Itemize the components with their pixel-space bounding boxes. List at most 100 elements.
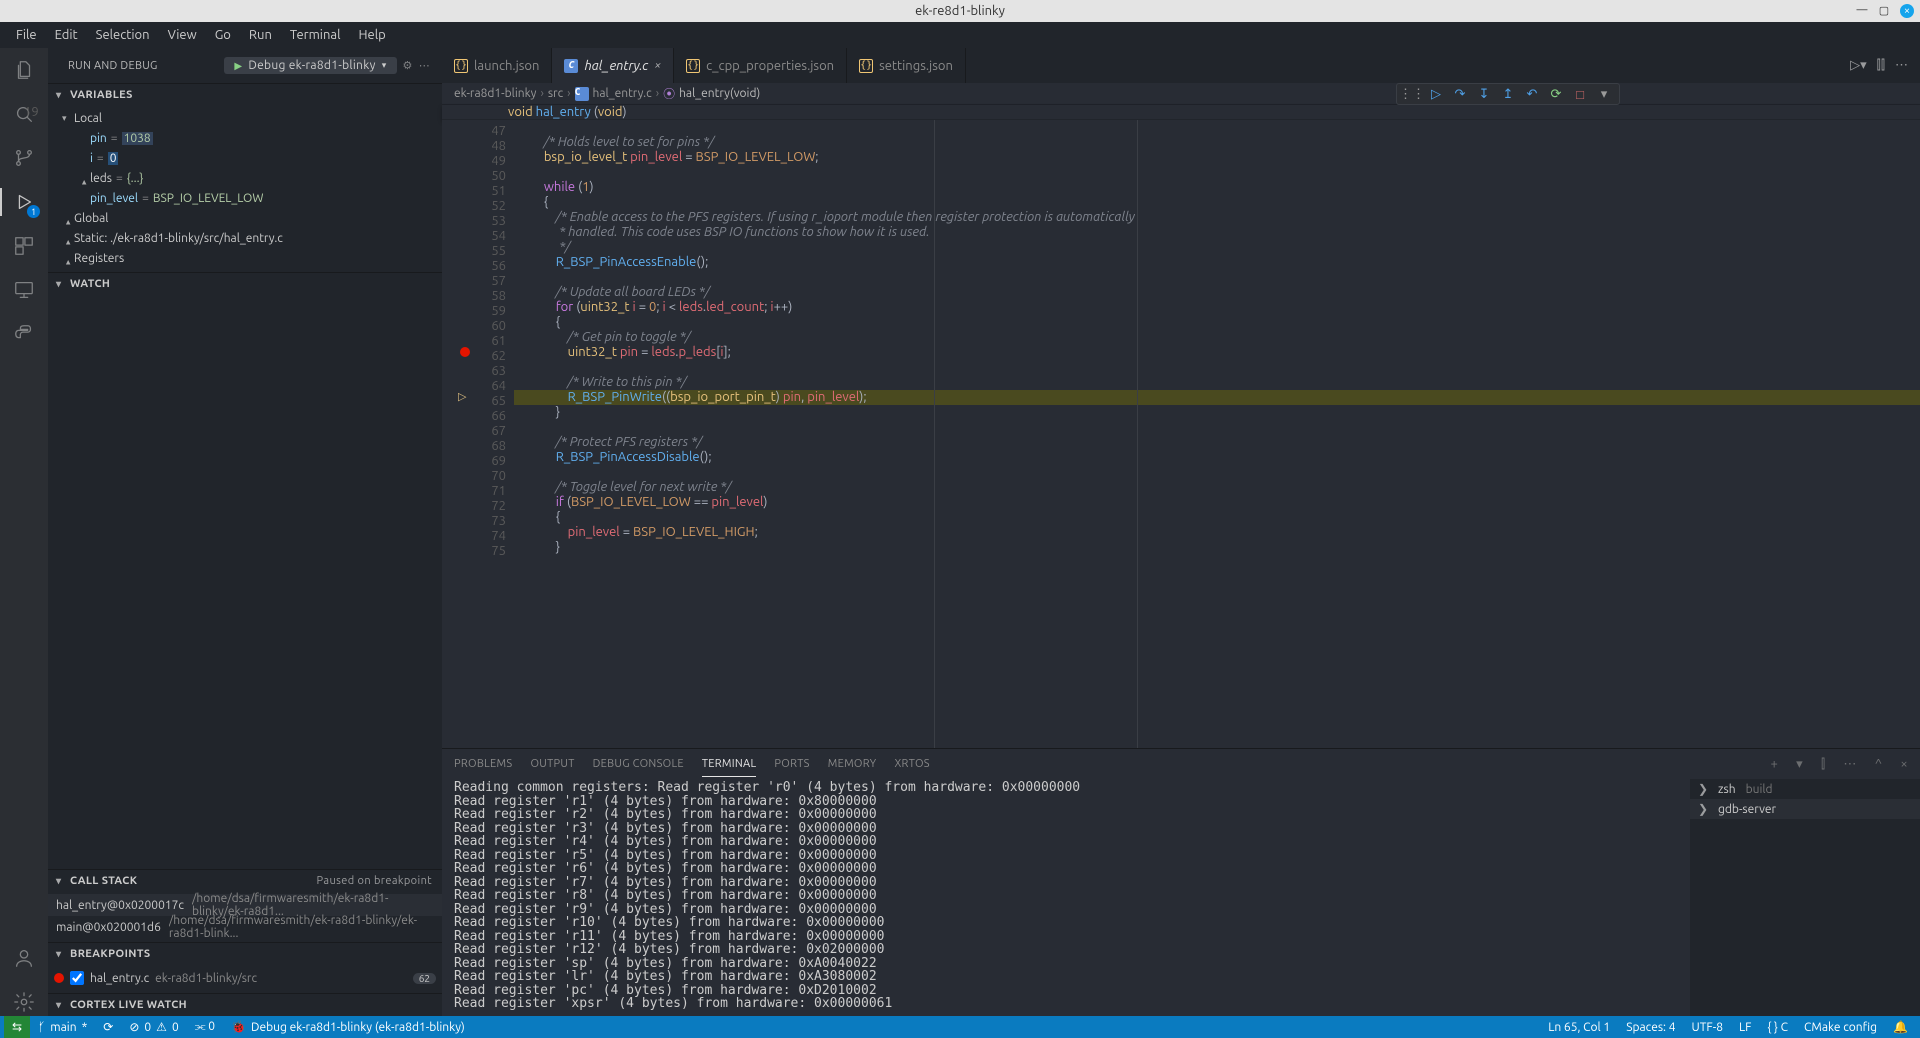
extensions-icon[interactable] [10, 232, 38, 260]
menu-help[interactable]: Help [350, 26, 393, 44]
source-control-icon[interactable] [10, 144, 38, 172]
section-variables[interactable]: ▾VARIABLES [48, 84, 442, 106]
run-debug-icon[interactable]: 1 [10, 188, 38, 216]
debug-config-dropdown[interactable]: ▶ Debug ek-ra8d1-blinky ▾ [224, 57, 396, 74]
code-line[interactable]: /* Protect PFS registers */ [514, 435, 1920, 450]
code-line[interactable]: } [514, 540, 1920, 555]
code-line[interactable]: * handled. This code uses BSP IO functio… [514, 225, 1920, 240]
breakpoint-item[interactable]: hal_entry.cek-ra8d1-blinky/src62 [48, 967, 442, 989]
code-line[interactable]: { [514, 510, 1920, 525]
menu-file[interactable]: File [8, 26, 45, 44]
status-eol[interactable]: LF [1731, 1016, 1759, 1038]
code-line[interactable]: R_BSP_PinWrite((bsp_io_port_pin_t) pin, … [514, 390, 1920, 405]
code-line[interactable]: /* Toggle level for next write */ [514, 480, 1920, 495]
debug-step-out[interactable]: ↥ [1497, 83, 1519, 105]
variable-i[interactable]: i=0 [48, 148, 442, 168]
panel-tab-xrtos[interactable]: XRTOS [894, 752, 929, 776]
terminal-new-icon[interactable]: + [1770, 757, 1778, 771]
panel-tab-problems[interactable]: PROBLEMS [454, 752, 512, 776]
menu-go[interactable]: Go [207, 26, 239, 44]
debug-stop[interactable]: □ [1569, 83, 1591, 105]
section-watch[interactable]: ▾WATCH [48, 273, 442, 295]
code-line[interactable]: { [514, 315, 1920, 330]
status-debug-target[interactable]: 🐞 Debug ek-ra8d1-blinky (ek-ra8d1-blinky… [223, 1016, 473, 1038]
variable-leds[interactable]: ▸leds={...} [48, 168, 442, 188]
debug-grip[interactable]: ⋮⋮ [1401, 83, 1423, 105]
code-line[interactable]: while (1) [514, 180, 1920, 195]
close-icon[interactable]: × [1900, 757, 1908, 771]
breakpoint-dot-icon[interactable] [460, 347, 470, 357]
callstack-frame[interactable]: hal_entry@0x0200017c/home/dsa/firmwaresm… [48, 894, 442, 916]
status-ln-col[interactable]: Ln 65, Col 1 [1540, 1016, 1618, 1038]
status-ports[interactable]: ⫘ 0 [187, 1016, 223, 1038]
menu-run[interactable]: Run [241, 26, 280, 44]
terminal-output[interactable]: Reading common registers: Read register … [442, 779, 1690, 1016]
code-line[interactable]: bsp_io_level_t pin_level = BSP_IO_LEVEL_… [514, 150, 1920, 165]
code-line[interactable]: R_BSP_PinAccessEnable(); [514, 255, 1920, 270]
code-line[interactable] [514, 165, 1920, 180]
code-line[interactable]: /* Holds level to set for pins */ [514, 135, 1920, 150]
code-line[interactable]: { [514, 195, 1920, 210]
variable-pin_level[interactable]: pin_level=BSP_IO_LEVEL_LOW [48, 188, 442, 208]
breakpoint-checkbox[interactable] [70, 971, 84, 985]
debug-step-into[interactable]: ↧ [1473, 83, 1495, 105]
more-icon[interactable]: ⋯ [1895, 58, 1908, 73]
window-close[interactable]: × [1900, 4, 1914, 18]
python-icon[interactable] [10, 320, 38, 348]
tab-launch.json[interactable]: {}launch.json [442, 48, 552, 83]
remote-icon[interactable] [10, 276, 38, 304]
close-icon[interactable]: × [654, 59, 661, 72]
breadcrumb[interactable]: ek-ra8d1-blinky› src› C hal_entry.c› ⦿ h… [442, 83, 1920, 105]
explorer-icon[interactable] [10, 56, 38, 84]
scope-local[interactable]: ▾Local [48, 108, 442, 128]
tab-c_cpp_properties.json[interactable]: {}c_cpp_properties.json [674, 48, 847, 83]
status-branch[interactable]: ᚶ main* [30, 1016, 95, 1038]
menu-terminal[interactable]: Terminal [282, 26, 349, 44]
panel-tab-memory[interactable]: MEMORY [828, 752, 877, 776]
code-line[interactable]: for (uint32_t i = 0; i < leds.led_count;… [514, 300, 1920, 315]
terminal-split-icon[interactable]: ⫿ [1821, 757, 1825, 772]
panel-tab-debug-console[interactable]: DEBUG CONSOLE [593, 752, 684, 776]
scope-global[interactable]: ▸Global [48, 208, 442, 228]
window-maximize[interactable]: ▢ [1878, 4, 1890, 16]
code-line[interactable]: /* Get pin to toggle */ [514, 330, 1920, 345]
debug-restart[interactable]: ⟳ [1545, 83, 1567, 105]
status-sync[interactable]: ⟳ [95, 1016, 121, 1038]
terminal-item-gdb-server[interactable]: ❯gdb-server [1690, 799, 1920, 819]
code-line[interactable] [514, 465, 1920, 480]
more-icon[interactable]: ⋯ [419, 59, 430, 72]
status-problems[interactable]: ⊘ 0 ⚠ 0 [121, 1016, 186, 1038]
code-line[interactable]: } [514, 405, 1920, 420]
debug-step-back[interactable]: ↶ [1521, 83, 1543, 105]
menu-view[interactable]: View [160, 26, 205, 44]
callstack-frame[interactable]: main@0x020001d6/home/dsa/firmwaresmith/e… [48, 916, 442, 938]
gear-icon[interactable]: ⚙ [403, 59, 413, 72]
code-line[interactable]: /* Enable access to the PFS registers. I… [514, 210, 1920, 225]
code-line[interactable]: if (BSP_IO_LEVEL_LOW == pin_level) [514, 495, 1920, 510]
code-line[interactable]: R_BSP_PinAccessDisable(); [514, 450, 1920, 465]
code-line[interactable]: pin_level = BSP_IO_LEVEL_HIGH; [514, 525, 1920, 540]
split-editor-icon[interactable]: ⫿⫿ [1877, 58, 1885, 73]
menu-selection[interactable]: Selection [88, 26, 158, 44]
terminal-item-zsh[interactable]: ❯zshbuild [1690, 779, 1920, 799]
code-line[interactable] [514, 120, 1920, 135]
panel-tab-ports[interactable]: PORTS [774, 752, 809, 776]
sticky-scroll[interactable]: 19 void hal_entry (void) [442, 105, 1920, 120]
menu-edit[interactable]: Edit [47, 26, 86, 44]
code-line[interactable] [514, 360, 1920, 375]
accounts-icon[interactable] [10, 944, 38, 972]
panel-tab-terminal[interactable]: TERMINAL [702, 752, 757, 777]
code-line[interactable] [514, 420, 1920, 435]
section-cortex-live-watch[interactable]: ▾CORTEX LIVE WATCH [48, 994, 442, 1016]
section-breakpoints[interactable]: ▾BREAKPOINTS [48, 943, 442, 965]
code-line[interactable] [514, 270, 1920, 285]
code-line[interactable]: */ [514, 240, 1920, 255]
variable-pin[interactable]: pin=1038 [48, 128, 442, 148]
manage-icon[interactable] [10, 988, 38, 1016]
code-line[interactable]: uint32_t pin = leds.p_leds[i]; [514, 345, 1920, 360]
scope-registers[interactable]: ▸Registers [48, 248, 442, 268]
scope-static[interactable]: ▸Static: ./ek-ra8d1-blinky/src/hal_entry… [48, 228, 442, 248]
window-minimize[interactable]: — [1856, 4, 1868, 16]
panel-tab-output[interactable]: OUTPUT [530, 752, 574, 776]
debug-continue[interactable]: ▷ [1425, 83, 1447, 105]
